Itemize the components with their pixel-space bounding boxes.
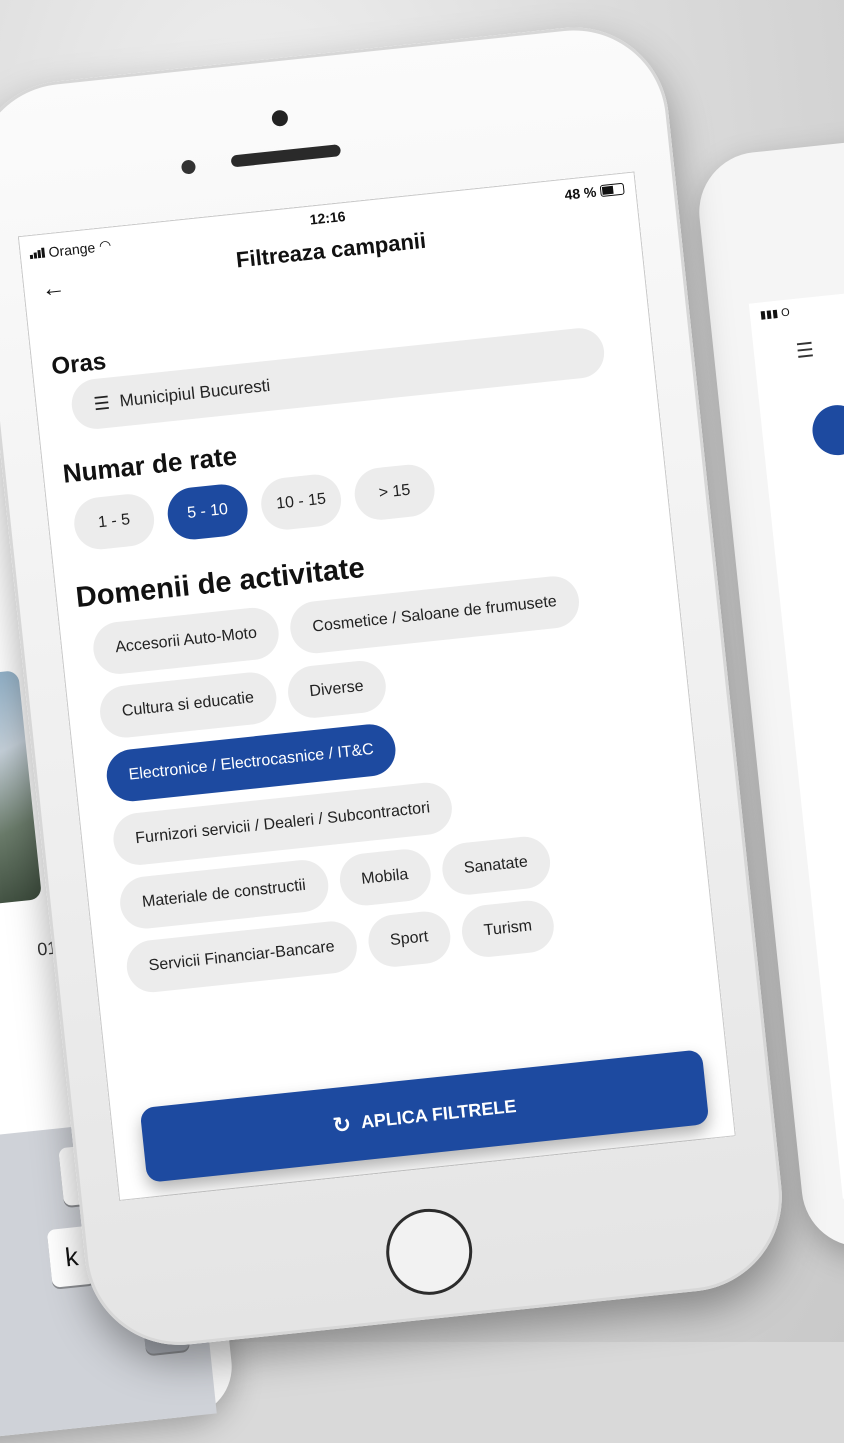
proximity-sensor xyxy=(180,159,197,175)
city-label: Oras xyxy=(50,347,108,381)
filter-menu-icon[interactable]: ☰ xyxy=(795,337,815,364)
earpiece-speaker xyxy=(230,144,342,168)
home-button[interactable] xyxy=(381,1204,477,1300)
rate-chip[interactable]: 5 - 10 xyxy=(165,481,251,542)
phone-body: Orange ◠ 12:16 48 % Filtreaza campanii ←… xyxy=(0,18,792,1355)
domain-chip[interactable]: Servicii Financiar-Bancare xyxy=(124,918,360,995)
refresh-icon: ↻ xyxy=(331,1110,353,1138)
city-select[interactable]: ☰ Municipiul Bucuresti xyxy=(69,325,607,432)
domain-chip[interactable]: Mobila xyxy=(336,846,433,909)
domain-chip[interactable]: Diverse xyxy=(284,658,389,721)
domains-chips: Accesorii Auto-Moto Cosmetice / Saloane … xyxy=(90,570,647,995)
domain-chip[interactable]: Accesorii Auto-Moto xyxy=(90,605,282,677)
domain-chip[interactable]: Materiale de constructii xyxy=(117,857,331,932)
domain-chip[interactable]: Sport xyxy=(365,909,453,970)
domain-chip[interactable]: Sanatate xyxy=(439,834,553,898)
city-value: Municipiul Bucuresti xyxy=(118,375,272,411)
main-phone: Orange ◠ 12:16 48 % Filtreaza campanii ←… xyxy=(0,8,844,1355)
apply-filters-label: APLICA FILTRELE xyxy=(359,1095,518,1133)
battery-percent: 48 % xyxy=(563,183,598,203)
app-screen: Orange ◠ 12:16 48 % Filtreaza campanii ←… xyxy=(17,171,736,1201)
domain-chip[interactable]: Cultura si educatie xyxy=(97,669,279,741)
domain-chip[interactable]: Turism xyxy=(459,898,557,960)
arrow-left-icon[interactable]: ← xyxy=(40,274,67,304)
battery-icon xyxy=(599,182,625,198)
rate-chip[interactable]: > 15 xyxy=(352,462,438,523)
rate-chip[interactable]: 10 - 15 xyxy=(258,472,344,533)
apply-filters-button[interactable]: ↻ APLICA FILTRELE xyxy=(139,1049,710,1183)
avatar[interactable] xyxy=(810,402,844,458)
rate-chip[interactable]: 1 - 5 xyxy=(71,491,157,552)
rates-label: Numar de rate xyxy=(61,440,239,489)
list-icon: ☰ xyxy=(92,392,111,414)
front-camera xyxy=(271,109,289,128)
